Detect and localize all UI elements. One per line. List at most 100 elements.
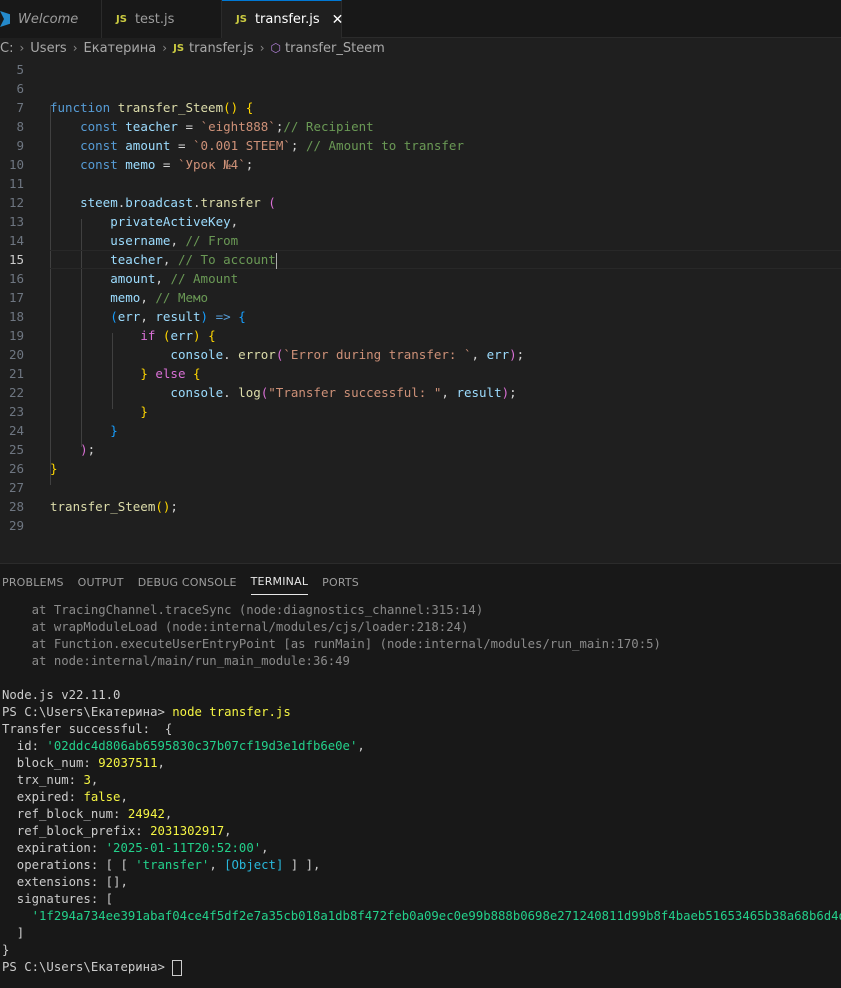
line-number: 28 (8, 499, 24, 514)
code-editor[interactable]: 5 6 7 function transfer_Steem() { 8 const… (0, 60, 841, 563)
breadcrumb-folder-user[interactable]: Екатерина (84, 41, 157, 56)
terminal-value: 92037511 (98, 756, 158, 770)
code-line: 8 const teacher = `eight888`;// Recipien… (0, 117, 841, 136)
code-line: 5 (0, 60, 841, 79)
line-number: 23 (8, 404, 24, 419)
line-number: 22 (8, 385, 24, 400)
terminal-key: expiration: (2, 841, 106, 855)
tab-debug-console[interactable]: DEBUG CONSOLE (138, 570, 237, 595)
line-number: 27 (8, 480, 24, 495)
code-token: amount (125, 138, 171, 153)
line-number: 13 (8, 214, 24, 229)
terminal-line: at node:internal/main/run_main_module:36… (2, 654, 350, 668)
code-token: result (155, 309, 201, 324)
code-line: 20 console. error(`Error during transfer… (0, 345, 841, 364)
terminal-line: Node.js v22.11.0 (2, 688, 121, 702)
code-line: 7 function transfer_Steem() { (0, 98, 841, 117)
code-token: transfer_Steem (117, 100, 224, 115)
code-comment: // From (185, 233, 239, 248)
terminal-prompt: PS C:\Users\Екатерина> (2, 960, 173, 974)
terminal-value: '02ddc4d806ab6595830c37b07cf19d3e1dfb6e0… (46, 739, 358, 753)
terminal-value: 'transfer' (135, 858, 210, 872)
code-token: username (110, 233, 171, 248)
code-token: if (140, 328, 156, 343)
code-token: err (486, 347, 510, 362)
terminal-line: ref_block_prefix: 2031302917, (2, 824, 232, 838)
line-number: 20 (8, 347, 24, 362)
breadcrumb-drive[interactable]: C: (0, 41, 13, 56)
code-token: result (456, 385, 502, 400)
code-line: 19 if (err) { (0, 326, 841, 345)
tab-ports[interactable]: PORTS (322, 570, 359, 595)
javascript-file-icon: JS (173, 42, 185, 54)
panel-tab-bar: PROBLEMS OUTPUT DEBUG CONSOLE TERMINAL P… (0, 564, 371, 600)
code-line: 16 amount, // Amount (0, 269, 841, 288)
line-number: 16 (8, 271, 24, 286)
tab-problems[interactable]: PROBLEMS (2, 570, 64, 595)
tab-output[interactable]: OUTPUT (78, 570, 124, 595)
tab-label: transfer.js (254, 12, 320, 27)
code-line: 13 privateActiveKey, (0, 212, 841, 231)
terminal-prompt: PS C:\Users\Екатерина> (2, 705, 173, 719)
code-line: 12 steem.broadcast.transfer ( (0, 193, 841, 212)
breadcrumb-file[interactable]: transfer.js (189, 41, 254, 56)
terminal-command: node transfer.js (172, 705, 291, 719)
code-line-current: 15 teacher, // To account (0, 250, 841, 269)
code-token: const (80, 119, 118, 134)
code-line: 29 (0, 516, 841, 535)
terminal-line: block_num: 92037511, (2, 756, 165, 770)
terminal-line: PS C:\Users\Екатерина> node transfer.js (2, 704, 841, 721)
terminal-line: '1f294a734ee391abaf04ce4f5df2e7a35cb018a… (2, 909, 841, 923)
line-number: 11 (8, 176, 24, 191)
code-token: err (170, 328, 194, 343)
code-line: 25 ); (0, 440, 841, 459)
code-token: function (50, 100, 111, 115)
line-number: 6 (16, 81, 24, 96)
terminal-key: expired: (2, 790, 84, 804)
terminal-line: at TracingChannel.traceSync (node:diagno… (2, 603, 484, 617)
close-icon[interactable]: ✕ (332, 12, 344, 28)
terminal-line: PS C:\Users\Екатерина> (2, 959, 841, 976)
chevron-right-icon: › (72, 41, 78, 55)
tab-transfer-js[interactable]: JS transfer.js ✕ (222, 0, 344, 39)
tab-welcome[interactable]: Welcome (0, 0, 102, 38)
code-token: teacher (125, 119, 178, 134)
code-token: transfer_Steem (50, 499, 156, 514)
terminal-line: expired: false, (2, 790, 128, 804)
terminal-line: at Function.executeUserEntryPoint [as ru… (2, 637, 661, 651)
code-line: 26} (0, 459, 841, 478)
terminal-line: at wrapModuleLoad (node:internal/modules… (2, 620, 469, 634)
line-number: 12 (8, 195, 24, 210)
line-number: 10 (8, 157, 24, 172)
code-line: 6 (0, 79, 841, 98)
code-comment: // Meмо (155, 290, 209, 305)
terminal-key: id: (2, 739, 47, 753)
chevron-right-icon: › (162, 41, 168, 55)
symbol-method-icon: ⬡ (270, 41, 281, 55)
line-number: 8 (16, 119, 24, 134)
tab-terminal[interactable]: TERMINAL (250, 569, 309, 595)
tab-test-js[interactable]: JS test.js (102, 0, 222, 38)
line-number: 18 (8, 309, 24, 324)
terminal-key: ref_block_num: (2, 807, 128, 821)
code-line: 9 const amount = `0.001 STEEM`; // Amoun… (0, 136, 841, 155)
terminal-output[interactable]: at TracingChannel.traceSync (node:diagno… (2, 602, 841, 976)
terminal-line: ref_block_num: 24942, (2, 807, 173, 821)
terminal-key: trx_num: (2, 773, 84, 787)
terminal-line: Transfer successful: { (2, 722, 173, 736)
breadcrumb-symbol[interactable]: transfer_Steem (285, 41, 385, 56)
terminal-value: 3 (83, 773, 91, 787)
terminal-line: ] (2, 926, 25, 940)
code-comment: // Recipient (283, 119, 374, 134)
terminal-value: '2025-01-11T20:52:00' (105, 841, 262, 855)
code-token: memo (125, 157, 156, 172)
code-token: log (238, 385, 261, 400)
line-number: 5 (16, 62, 24, 77)
terminal-line: expiration: '2025-01-11T20:52:00', (2, 841, 269, 855)
terminal-key: operations: [ [ (2, 858, 136, 872)
breadcrumb-folder-users[interactable]: Users (30, 41, 66, 56)
line-number: 29 (8, 518, 24, 533)
terminal-value: 24942 (127, 807, 165, 821)
line-number: 7 (16, 100, 24, 115)
code-line: 22 console. log("Transfer successful: ",… (0, 383, 841, 402)
